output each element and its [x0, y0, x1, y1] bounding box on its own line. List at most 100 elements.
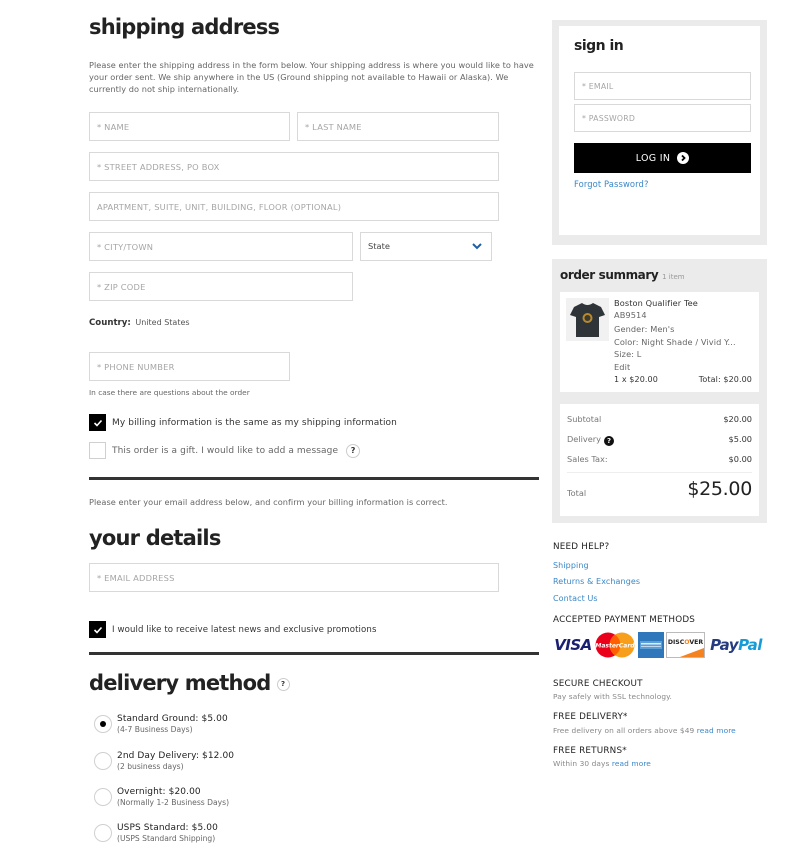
delivery-option-standard-ground[interactable]: Standard Ground: $5.00 (4-7 Business Day…	[94, 714, 228, 734]
first-name-input[interactable]	[97, 113, 282, 140]
help-icon[interactable]: ?	[346, 443, 361, 458]
free-delivery-title: FREE DELIVERY*	[553, 712, 628, 722]
section-divider	[89, 477, 539, 480]
checkmark-icon	[93, 419, 103, 427]
visa-logo-text: VISA	[554, 636, 592, 654]
total-value: $25.00	[687, 478, 752, 500]
country-label: Country:	[89, 318, 131, 328]
delivery-option-title: Overnight: $20.00	[117, 787, 201, 797]
free-returns-title: FREE RETURNS*	[553, 746, 627, 756]
state-select-value: State	[368, 241, 390, 251]
delivery-option-sub: (2 business days)	[117, 762, 184, 771]
details-intro-text: Please enter your email address below, a…	[89, 497, 448, 507]
sales-tax-row: Sales Tax: $0.00	[567, 454, 752, 464]
help-icon[interactable]: ?	[604, 436, 614, 446]
phone-hint: In case there are questions about the or…	[89, 388, 250, 397]
sales-tax-label: Sales Tax:	[567, 454, 608, 464]
item-qty-price: 1 x $20.00	[614, 375, 658, 384]
item-total: Total: $20.00	[698, 375, 752, 384]
shipping-address-title: shipping address	[89, 15, 280, 39]
newsletter-label: I would like to receive latest news and …	[112, 624, 377, 635]
zip-code-field[interactable]	[89, 272, 353, 301]
need-help-title: NEED HELP?	[553, 542, 610, 552]
delivery-radio[interactable]	[94, 715, 112, 733]
delivery-option-sub: (USPS Standard Shipping)	[117, 834, 216, 843]
help-link-shipping[interactable]: Shipping	[553, 561, 589, 570]
newsletter-row[interactable]: I would like to receive latest news and …	[89, 621, 377, 638]
subtotal-row: Subtotal $20.00	[567, 414, 752, 424]
last-name-input[interactable]	[305, 113, 491, 140]
delivery-radio[interactable]	[94, 788, 112, 806]
first-name-field[interactable]	[89, 112, 290, 141]
newsletter-checkbox[interactable]	[89, 621, 106, 638]
log-in-button[interactable]: LOG IN	[574, 143, 751, 173]
delivery-option-title: USPS Standard: $5.00	[117, 823, 218, 833]
order-summary-title: order summary 1 item	[560, 268, 685, 282]
product-size: Size: L	[614, 349, 642, 359]
sign-in-title: sign in	[574, 38, 624, 54]
apartment-input[interactable]	[97, 193, 491, 220]
street-address-field[interactable]	[89, 152, 499, 181]
phone-number-field[interactable]	[89, 352, 290, 381]
forgot-password-link[interactable]: Forgot Password?	[574, 179, 649, 189]
edit-item-link[interactable]: Edit	[614, 362, 630, 372]
log-in-label: LOG IN	[635, 152, 671, 164]
email-address-field[interactable]	[89, 563, 499, 592]
free-delivery-text: Free delivery on all orders above $49	[553, 726, 695, 735]
delivery-option-title: Standard Ground: $5.00	[117, 714, 228, 724]
city-field[interactable]	[89, 232, 353, 261]
signin-password-input[interactable]	[582, 105, 743, 132]
visa-logo: VISA	[552, 632, 594, 658]
shipping-intro-text: Please enter the shipping address in the…	[89, 60, 534, 94]
zip-code-input[interactable]	[97, 273, 345, 300]
delivery-radio[interactable]	[94, 752, 112, 770]
delivery-option-2nd-day[interactable]: 2nd Day Delivery: $12.00 (2 business day…	[94, 751, 234, 771]
delivery-option-sub: (Normally 1-2 Business Days)	[117, 798, 230, 807]
help-link-contact[interactable]: Contact Us	[553, 594, 598, 603]
billing-same-checkbox[interactable]	[89, 414, 106, 431]
discover-logo: DISCOVER	[666, 632, 705, 658]
chevron-down-icon	[472, 243, 482, 250]
product-gender: Gender: Men's	[614, 324, 675, 334]
state-select[interactable]: State	[360, 232, 492, 261]
delivery-value: $5.00	[728, 434, 752, 444]
checkmark-icon	[93, 626, 103, 634]
country-row: Country: United States	[89, 318, 190, 328]
apartment-field[interactable]	[89, 192, 499, 221]
secure-checkout-text: Pay safely with SSL technology.	[553, 692, 672, 701]
delivery-radio[interactable]	[94, 824, 112, 842]
signin-email-field[interactable]	[574, 72, 751, 100]
delivery-option-usps[interactable]: USPS Standard: $5.00 (USPS Standard Ship…	[94, 823, 218, 843]
help-link-returns[interactable]: Returns & Exchanges	[553, 577, 640, 586]
email-address-input[interactable]	[97, 564, 491, 591]
gift-row[interactable]: This order is a gift. I would like to ad…	[89, 442, 361, 459]
signin-email-input[interactable]	[582, 73, 743, 100]
free-returns-read-more[interactable]: read more	[612, 759, 651, 768]
country-value: United States	[135, 318, 190, 327]
sales-tax-value: $0.00	[728, 454, 752, 464]
delivery-option-overnight[interactable]: Overnight: $20.00 (Normally 1-2 Business…	[94, 787, 229, 807]
secure-checkout-title: SECURE CHECKOUT	[553, 679, 643, 689]
city-input[interactable]	[97, 233, 345, 260]
svg-text:MasterCard: MasterCard	[595, 643, 635, 650]
signin-password-field[interactable]	[574, 104, 751, 132]
last-name-field[interactable]	[297, 112, 499, 141]
billing-same-row[interactable]: My billing information is the same as my…	[89, 414, 397, 431]
order-summary-title-text: order summary	[560, 268, 659, 282]
total-label: Total	[567, 488, 587, 498]
phone-number-input[interactable]	[97, 353, 282, 380]
totals-divider	[567, 472, 752, 473]
product-image[interactable]	[566, 298, 609, 341]
street-address-input[interactable]	[97, 153, 491, 180]
delivery-label: Delivery	[567, 434, 601, 444]
order-summary-count: 1 item	[662, 273, 685, 281]
gift-label: This order is a gift. I would like to ad…	[112, 445, 339, 456]
payment-methods-title: ACCEPTED PAYMENT METHODS	[553, 615, 696, 625]
free-delivery-row: Free delivery on all orders above $49 re…	[553, 726, 736, 735]
help-icon[interactable]: ?	[276, 678, 290, 691]
delivery-option-sub: (4-7 Business Days)	[117, 725, 193, 734]
subtotal-label: Subtotal	[567, 414, 602, 424]
gift-checkbox[interactable]	[89, 442, 106, 459]
free-delivery-read-more[interactable]: read more	[697, 726, 736, 735]
product-name[interactable]: Boston Qualifier Tee	[614, 298, 698, 308]
